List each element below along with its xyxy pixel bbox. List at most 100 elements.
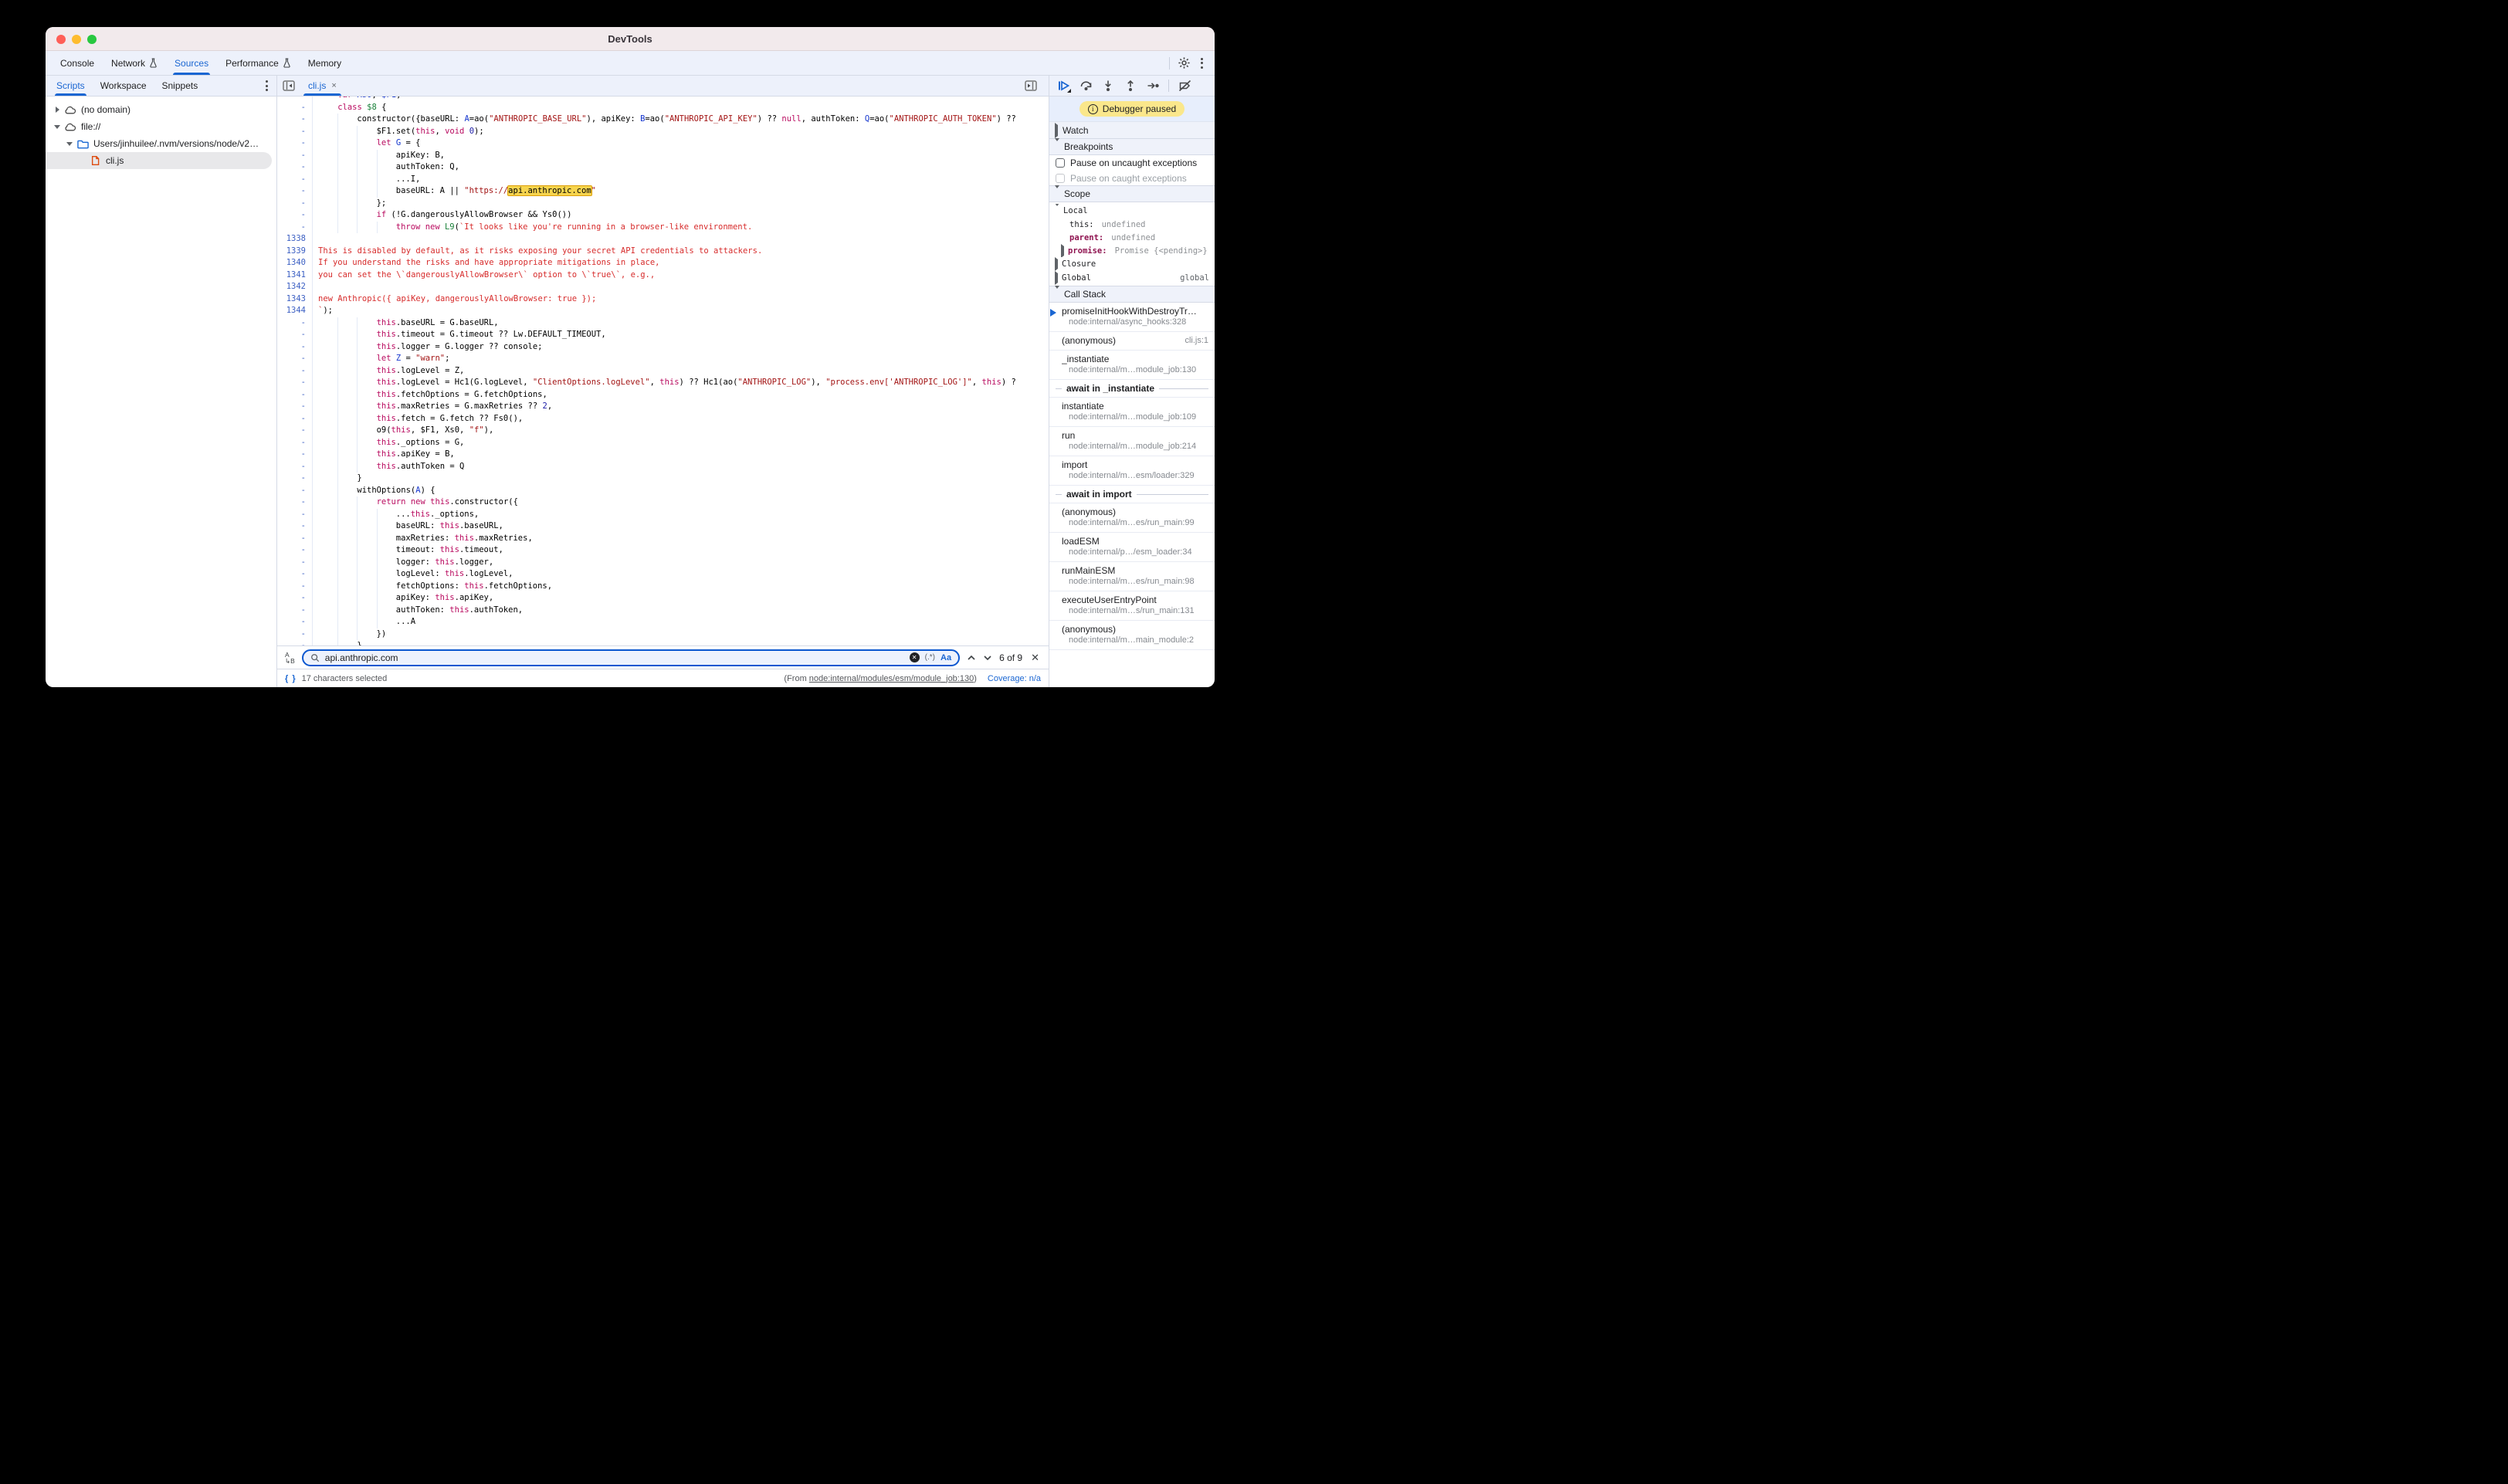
line-gutter[interactable]: - xyxy=(277,544,313,557)
call-stack-frame[interactable]: (anonymous)node:internal/m…es/run_main:9… xyxy=(1049,503,1215,533)
coverage-link[interactable]: Coverage: n/a xyxy=(988,674,1041,683)
code-line[interactable]: -...A xyxy=(277,616,1049,628)
call-stack-frame[interactable]: executeUserEntryPointnode:internal/m…s/r… xyxy=(1049,591,1215,621)
code-line[interactable]: 1343new Anthropic({ apiKey, dangerouslyA… xyxy=(277,293,1049,306)
search-input[interactable]: api.anthropic.com ✕ (.*) Aa xyxy=(302,649,960,666)
code-line[interactable]: -} xyxy=(277,473,1049,485)
line-gutter[interactable]: - xyxy=(277,533,313,545)
code-line[interactable]: -...this._options, xyxy=(277,509,1049,521)
line-gutter[interactable]: - xyxy=(277,198,313,210)
code-line[interactable]: -}; xyxy=(277,198,1049,210)
line-gutter[interactable]: 1338 xyxy=(277,233,313,246)
line-gutter[interactable]: - xyxy=(277,520,313,533)
tree-item-file-[interactable]: file:// xyxy=(46,118,272,135)
source-origin-link[interactable]: node:internal/modules/esm/module_job:130 xyxy=(809,674,974,683)
line-gutter[interactable]: - xyxy=(277,568,313,581)
regex-toggle-icon[interactable]: (.*) xyxy=(925,653,935,662)
call-stack-frame[interactable]: importnode:internal/m…esm/loader:329 xyxy=(1049,456,1215,486)
line-gutter[interactable]: - xyxy=(277,449,313,461)
line-gutter[interactable]: - xyxy=(277,628,313,641)
code-line[interactable]: -this.logLevel = Z, xyxy=(277,365,1049,378)
scope-global[interactable]: Global global xyxy=(1049,271,1215,285)
minimize-window-button[interactable] xyxy=(72,35,81,44)
code-line[interactable]: -...I, xyxy=(277,174,1049,186)
code-line[interactable]: 1339This is disabled by default, as it r… xyxy=(277,246,1049,258)
call-stack-frame[interactable]: (anonymous)cli.js:1 xyxy=(1049,332,1215,351)
line-gutter[interactable]: - xyxy=(277,581,313,593)
code-line[interactable]: -this.baseURL = G.baseURL, xyxy=(277,317,1049,330)
code-line[interactable]: -this._options = G, xyxy=(277,437,1049,449)
tab-console[interactable]: Console xyxy=(52,51,103,75)
call-stack-frame[interactable]: loadESMnode:internal/p…/esm_loader:34 xyxy=(1049,533,1215,562)
call-stack-frame[interactable]: _instantiatenode:internal/m…module_job:1… xyxy=(1049,351,1215,380)
line-gutter[interactable]: - xyxy=(277,389,313,401)
editor-tab-clijs[interactable]: cli.js × xyxy=(300,76,344,96)
line-gutter[interactable]: - xyxy=(277,341,313,354)
call-stack-frame[interactable]: (anonymous)node:internal/m…main_module:2 xyxy=(1049,621,1215,650)
tab-sources[interactable]: Sources xyxy=(166,51,217,75)
line-gutter[interactable]: - xyxy=(277,605,313,617)
line-gutter[interactable]: - xyxy=(277,126,313,138)
code-line[interactable]: 1342 xyxy=(277,281,1049,293)
line-gutter[interactable]: - xyxy=(277,377,313,389)
close-find-bar-icon[interactable]: ✕ xyxy=(1029,652,1041,664)
deactivate-breakpoints-button[interactable] xyxy=(1178,79,1191,93)
line-gutter[interactable]: - xyxy=(277,401,313,413)
code-line[interactable]: 1341you can set the \`dangerouslyAllowBr… xyxy=(277,269,1049,282)
previous-match-icon[interactable] xyxy=(967,653,976,662)
line-gutter[interactable]: - xyxy=(277,509,313,521)
scope-prop-parent[interactable]: parent:undefined xyxy=(1049,231,1215,244)
tree-item--no-domain-[interactable]: (no domain) xyxy=(46,101,272,118)
call-stack-frame[interactable]: runnode:internal/m…module_job:214 xyxy=(1049,427,1215,456)
line-gutter[interactable]: 1339 xyxy=(277,246,313,258)
code-line[interactable]: -$F1.set(this, void 0); xyxy=(277,126,1049,138)
line-gutter[interactable]: - xyxy=(277,150,313,162)
code-line[interactable]: -this.apiKey = B, xyxy=(277,449,1049,461)
tab-performance[interactable]: Performance xyxy=(217,51,300,75)
tab-memory[interactable]: Memory xyxy=(300,51,350,75)
scope-prop-this[interactable]: this:undefined xyxy=(1049,218,1215,231)
code-line[interactable]: -this.maxRetries = G.maxRetries ?? 2, xyxy=(277,401,1049,413)
code-line[interactable]: -this.logLevel = Hc1(G.logLevel, "Client… xyxy=(277,377,1049,389)
chevron-right-icon[interactable] xyxy=(52,107,63,113)
checkbox-caught[interactable] xyxy=(1056,174,1065,183)
call-stack-frame[interactable]: promiseInitHookWithDestroyTr…node:intern… xyxy=(1049,303,1215,332)
code-line[interactable]: -constructor({baseURL: A=ao("ANTHROPIC_B… xyxy=(277,114,1049,126)
resume-script-button[interactable] xyxy=(1056,79,1070,93)
checkbox-uncaught[interactable] xyxy=(1056,158,1065,168)
line-gutter[interactable]: - xyxy=(277,174,313,186)
tab-network[interactable]: Network xyxy=(103,51,166,75)
tree-item-cli-js[interactable]: cli.js xyxy=(46,152,272,169)
call-stack-frame[interactable]: instantiatenode:internal/m…module_job:10… xyxy=(1049,398,1215,427)
code-line[interactable]: -baseURL: A || "https://api.anthropic.co… xyxy=(277,185,1049,198)
line-gutter[interactable]: - xyxy=(277,161,313,174)
line-gutter[interactable]: - xyxy=(277,114,313,126)
code-line[interactable]: 1344`); xyxy=(277,305,1049,317)
section-breakpoints[interactable]: Breakpoints xyxy=(1049,138,1215,155)
code-line[interactable]: -this.fetch = G.fetch ?? Fs0(), xyxy=(277,413,1049,425)
line-gutter[interactable]: - xyxy=(277,365,313,378)
step-into-button[interactable] xyxy=(1101,79,1115,93)
line-gutter[interactable]: 1343 xyxy=(277,293,313,306)
line-gutter[interactable]: - xyxy=(277,425,313,437)
line-gutter[interactable]: - xyxy=(277,185,313,198)
zoom-window-button[interactable] xyxy=(87,35,97,44)
tab-workspace[interactable]: Workspace xyxy=(93,76,154,96)
clear-search-icon[interactable]: ✕ xyxy=(910,652,920,662)
match-case-toggle-icon[interactable]: Aa xyxy=(940,653,951,662)
scope-closure[interactable]: Closure xyxy=(1049,257,1215,271)
line-gutter[interactable]: - xyxy=(277,437,313,449)
code-line[interactable]: -o9(this, $F1, Xs0, "f"), xyxy=(277,425,1049,437)
pause-uncaught-row[interactable]: Pause on uncaught exceptions xyxy=(1049,155,1215,171)
code-line[interactable]: 1340If you understand the risks and have… xyxy=(277,257,1049,269)
chevron-down-icon[interactable] xyxy=(64,142,75,146)
call-stack-frame[interactable]: runMainESMnode:internal/m…es/run_main:98 xyxy=(1049,562,1215,591)
code-line[interactable]: -if (!G.dangerouslyAllowBrowser && Ys0()… xyxy=(277,209,1049,222)
line-gutter[interactable]: - xyxy=(277,413,313,425)
navigator-more-icon[interactable] xyxy=(263,78,270,93)
code-line[interactable]: -baseURL: this.baseURL, xyxy=(277,520,1049,533)
collapse-debugger-icon[interactable] xyxy=(1019,80,1042,91)
code-line[interactable]: -authToken: this.authToken, xyxy=(277,605,1049,617)
code-line[interactable]: -maxRetries: this.maxRetries, xyxy=(277,533,1049,545)
code-line[interactable]: 1338 xyxy=(277,233,1049,246)
